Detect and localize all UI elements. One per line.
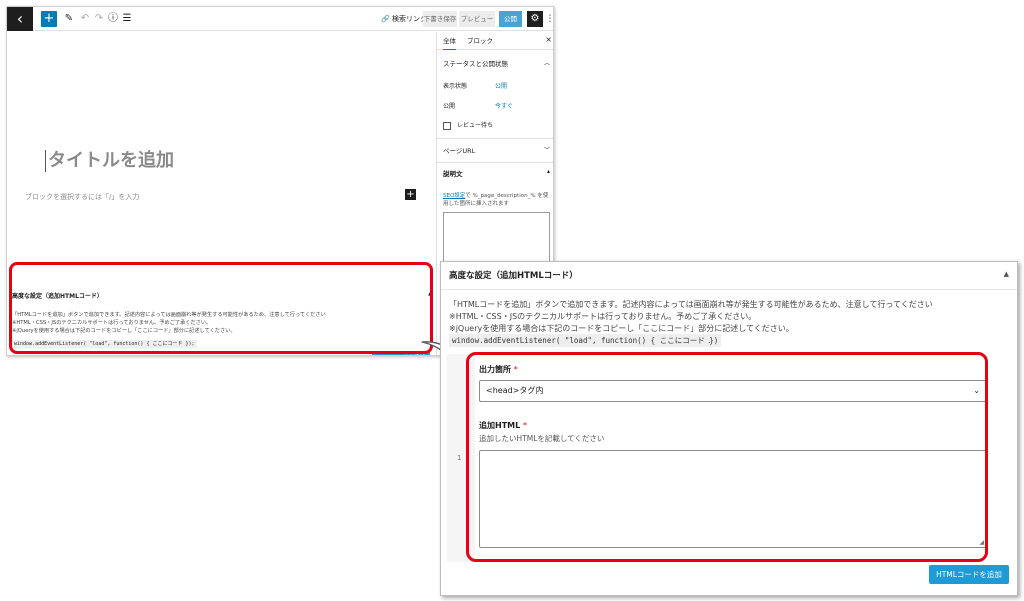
publish-label: 公開 <box>443 103 456 110</box>
status-section-title[interactable]: ステータスと公開状態 <box>443 59 508 69</box>
notice-line: ※jQueryを使用する場合は下記のコードをコピーし「ここにコード」部分に記述し… <box>449 324 794 333</box>
preview-link[interactable]: 🔗 検索リンク <box>381 12 427 26</box>
caret-up-icon[interactable]: ▴ <box>547 167 550 177</box>
add-block-button[interactable]: + <box>41 11 57 27</box>
preview-button[interactable]: プレビュー <box>459 11 495 27</box>
undo-icon[interactable]: ↶ <box>79 10 91 28</box>
editor-toolbar: ‹ + ✎ ↶ ↷ ⓘ ☰ 🔗 検索リンク 下書き保存 プレビュー 公開 ⚙ ⋮ <box>7 7 554 31</box>
block-placeholder[interactable]: ブロックを選択するには「/」を入力 <box>25 192 139 202</box>
description-section-title[interactable]: 説明文 <box>443 169 463 179</box>
jquery-code-snippet: window.addEventListener( "load", functio… <box>449 334 722 347</box>
sidebar-tabs: 全体 ブロック × <box>437 32 553 50</box>
divider <box>437 138 553 139</box>
pending-review-label: レビュー待ち <box>457 122 494 129</box>
back-icon[interactable]: ‹ <box>7 7 33 31</box>
notice-line: 「HTMLコードを追加」ボタンで追加できます。記述内容によっては画面崩れ等が発生… <box>449 300 933 309</box>
tab-post[interactable]: 全体 <box>443 36 456 50</box>
pending-review-checkbox[interactable] <box>443 122 451 130</box>
description-help: SEO設定で %_page_description_% を使用した箇所に挿入され… <box>443 192 553 208</box>
info-icon[interactable]: ⓘ <box>107 10 119 28</box>
highlight-frame-large <box>466 352 988 562</box>
pencil-icon[interactable]: ✎ <box>63 10 75 28</box>
close-icon[interactable]: × <box>545 35 552 45</box>
post-title-input[interactable]: タイトルを追加 <box>45 150 174 172</box>
list-view-icon[interactable]: ☰ <box>121 10 133 28</box>
seo-settings-link[interactable]: SEO設定 <box>443 193 465 199</box>
plus-icon[interactable]: + <box>405 189 416 200</box>
publish-button[interactable]: 公開 <box>499 11 522 27</box>
page-url-section-title[interactable]: ページURL <box>443 146 475 156</box>
redo-icon[interactable]: ↷ <box>93 10 105 28</box>
notice-line: ※HTML・CSS・JSのテクニカルサポートは行っておりません。予めご了承くださ… <box>449 312 757 321</box>
publish-value[interactable]: 今すぐ <box>495 102 513 112</box>
divider <box>437 162 553 163</box>
period: . <box>708 336 711 345</box>
visibility-value[interactable]: 公開 <box>495 82 507 92</box>
row-number: 1 <box>457 454 462 462</box>
tab-block[interactable]: ブロック <box>467 36 493 46</box>
add-html-code-button[interactable]: HTMLコードを追加 <box>929 565 1009 584</box>
panel-header: 高度な設定（追加HTMLコード） ▲ <box>441 262 1017 290</box>
panel-title: 高度な設定（追加HTMLコード） <box>449 271 578 281</box>
save-draft-button[interactable]: 下書き保存 <box>423 11 457 27</box>
caret-up-icon[interactable]: ▲ <box>1004 270 1009 278</box>
highlight-frame-small <box>9 262 433 354</box>
gear-icon[interactable]: ⚙ <box>527 11 543 27</box>
chevron-up-icon[interactable]: ︿ <box>544 59 550 69</box>
more-options-icon[interactable]: ⋮ <box>545 11 554 27</box>
chevron-down-icon[interactable]: ﹀ <box>544 146 550 156</box>
visibility-label: 表示状態 <box>443 83 468 90</box>
